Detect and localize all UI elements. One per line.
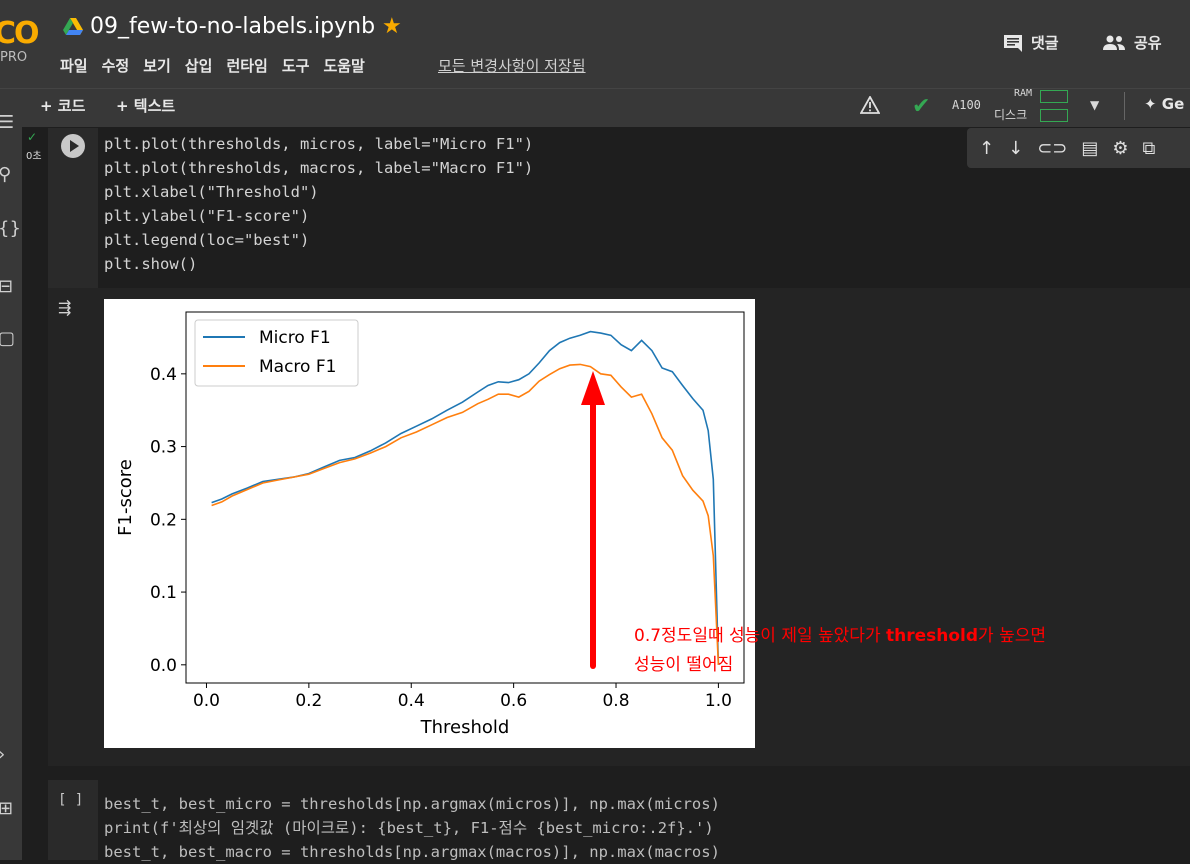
star-icon[interactable]: ★ bbox=[382, 14, 402, 39]
x-tick-label: 0.0 bbox=[193, 691, 220, 711]
legend-label: Micro F1 bbox=[259, 328, 331, 348]
y-tick-label: 0.2 bbox=[150, 510, 177, 530]
exec-success-icon: ✓ bbox=[27, 130, 38, 144]
terminal-icon[interactable]: ⊞ bbox=[0, 798, 13, 819]
menu-bar: 파일 수정 보기 삽입 런타임 도구 도움말 bbox=[60, 55, 365, 76]
cell-toolbar: ↑ ↓ ⊂⊃ ▤ ⚙ ⧉ bbox=[967, 128, 1190, 168]
menu-file[interactable]: 파일 bbox=[60, 55, 88, 76]
resource-dropdown-icon[interactable]: ▼ bbox=[1090, 98, 1099, 112]
annotation-suffix: 가 높으면 bbox=[978, 626, 1046, 646]
drive-icon[interactable] bbox=[63, 18, 83, 36]
annotation-bold: threshold bbox=[885, 626, 979, 646]
logo-sub: PRO bbox=[0, 50, 28, 65]
add-text-button[interactable]: + 텍스트 bbox=[116, 95, 175, 116]
gpu-label[interactable]: A100 bbox=[952, 98, 981, 112]
code-line: print(f'최상의 임곗값 (마이크로): {best_t}, F1-점수 … bbox=[104, 819, 714, 837]
code-line: best_t, best_macro = thresholds[np.argma… bbox=[104, 843, 720, 861]
comment-label: 댓글 bbox=[1031, 34, 1059, 52]
add-code-button[interactable]: + 코드 bbox=[40, 95, 85, 116]
colab-logo[interactable]: CO PRO bbox=[0, 14, 46, 65]
settings-gear-icon[interactable]: ⚙ bbox=[1112, 138, 1128, 159]
x-tick-label: 0.2 bbox=[295, 691, 322, 711]
left-rail: ☰ ⚲ {} ⊟ ▢ › ⊞ bbox=[0, 112, 22, 860]
menu-help[interactable]: 도움말 bbox=[323, 55, 364, 76]
comment-button[interactable]: 댓글 bbox=[1003, 32, 1059, 53]
variables-icon[interactable]: {} bbox=[0, 218, 21, 239]
toc-icon[interactable]: ☰ bbox=[0, 112, 14, 133]
cell2-run-bracket[interactable]: [ ] bbox=[58, 792, 83, 808]
search-icon[interactable]: ⚲ bbox=[0, 164, 11, 185]
code-line: plt.ylabel("F1-score") bbox=[104, 207, 310, 225]
x-tick-label: 0.6 bbox=[500, 691, 527, 711]
comment-cell-icon[interactable]: ▤ bbox=[1081, 138, 1098, 159]
connected-check-icon[interactable]: ✔ bbox=[912, 94, 930, 119]
logo-text: CO bbox=[0, 16, 40, 51]
output-toggle-icon[interactable]: ⇶ bbox=[58, 298, 71, 317]
y-axis-label: F1-score bbox=[115, 459, 136, 536]
move-down-icon[interactable]: ↓ bbox=[1008, 138, 1023, 159]
code-line: plt.xlabel("Threshold") bbox=[104, 183, 319, 201]
toolbar-divider bbox=[1124, 92, 1125, 120]
share-label: 공유 bbox=[1134, 34, 1162, 52]
save-status[interactable]: 모든 변경사항이 저장됨 bbox=[438, 55, 586, 76]
legend-label: Macro F1 bbox=[259, 357, 336, 377]
code-line: plt.show() bbox=[104, 255, 198, 273]
code-line: plt.plot(thresholds, macros, label="Macr… bbox=[104, 159, 534, 177]
menu-tools[interactable]: 도구 bbox=[282, 55, 310, 76]
move-up-icon[interactable]: ↑ bbox=[979, 138, 994, 159]
warning-icon[interactable] bbox=[860, 96, 880, 114]
link-icon[interactable]: ⊂⊃ bbox=[1037, 138, 1067, 159]
exec-time: 0초 bbox=[26, 151, 42, 162]
ram-label: RAM bbox=[1014, 88, 1033, 99]
gemini-button[interactable]: ✦ Ge bbox=[1144, 95, 1184, 113]
annotation-arrow-head bbox=[581, 371, 605, 405]
ram-usage-bar[interactable] bbox=[1040, 90, 1068, 103]
share-button[interactable]: 공유 bbox=[1102, 32, 1162, 53]
f1-threshold-chart: 0.0 0.2 0.4 0.6 0.8 1.0 0.0 0.1 0.2 0.3 0.4 Thresho… bbox=[104, 299, 755, 748]
menu-edit[interactable]: 수정 bbox=[102, 55, 130, 76]
code-line: plt.legend(loc="best") bbox=[104, 231, 310, 249]
menu-runtime[interactable]: 런타임 bbox=[226, 55, 267, 76]
y-tick-label: 0.3 bbox=[150, 438, 177, 458]
code-line: best_t, best_micro = thresholds[np.argma… bbox=[104, 795, 720, 813]
y-tick-label: 0.0 bbox=[150, 656, 177, 676]
menu-view[interactable]: 보기 bbox=[143, 55, 171, 76]
mirror-cell-icon[interactable]: ⧉ bbox=[1143, 138, 1156, 159]
disk-label: 디스크 bbox=[994, 108, 1028, 122]
annotation-mid: 정도일때 성능이 제일 높았다가 bbox=[661, 626, 886, 646]
x-tick-label: 1.0 bbox=[705, 691, 732, 711]
annotation-line2: 성능이 떨어짐 bbox=[634, 655, 734, 675]
comment-icon bbox=[1004, 34, 1022, 52]
x-tick-label: 0.8 bbox=[602, 691, 629, 711]
x-axis-label: Threshold bbox=[420, 717, 510, 738]
disk-usage-bar[interactable] bbox=[1040, 109, 1068, 122]
series-line-macro bbox=[211, 363, 720, 665]
y-tick-label: 0.1 bbox=[150, 583, 177, 603]
annotation-prefix: 0.7 bbox=[634, 626, 662, 646]
notebook-title[interactable]: 09_few-to-no-labels.ipynb bbox=[90, 14, 375, 39]
files-icon[interactable]: ▢ bbox=[0, 328, 15, 349]
code-line: plt.plot(thresholds, micros, label="Micr… bbox=[104, 135, 534, 153]
people-icon bbox=[1103, 35, 1125, 50]
annotation-line1: 0.7정도일때 성능이 제일 높았다가 threshold가 높으면 bbox=[634, 621, 1046, 646]
run-cell-button[interactable] bbox=[61, 134, 85, 158]
x-tick-label: 0.4 bbox=[398, 691, 425, 711]
y-tick-label: 0.4 bbox=[150, 365, 177, 385]
secrets-icon[interactable]: ⊟ bbox=[0, 276, 13, 297]
menu-insert[interactable]: 삽입 bbox=[185, 55, 213, 76]
expand-icon[interactable]: › bbox=[0, 744, 5, 765]
